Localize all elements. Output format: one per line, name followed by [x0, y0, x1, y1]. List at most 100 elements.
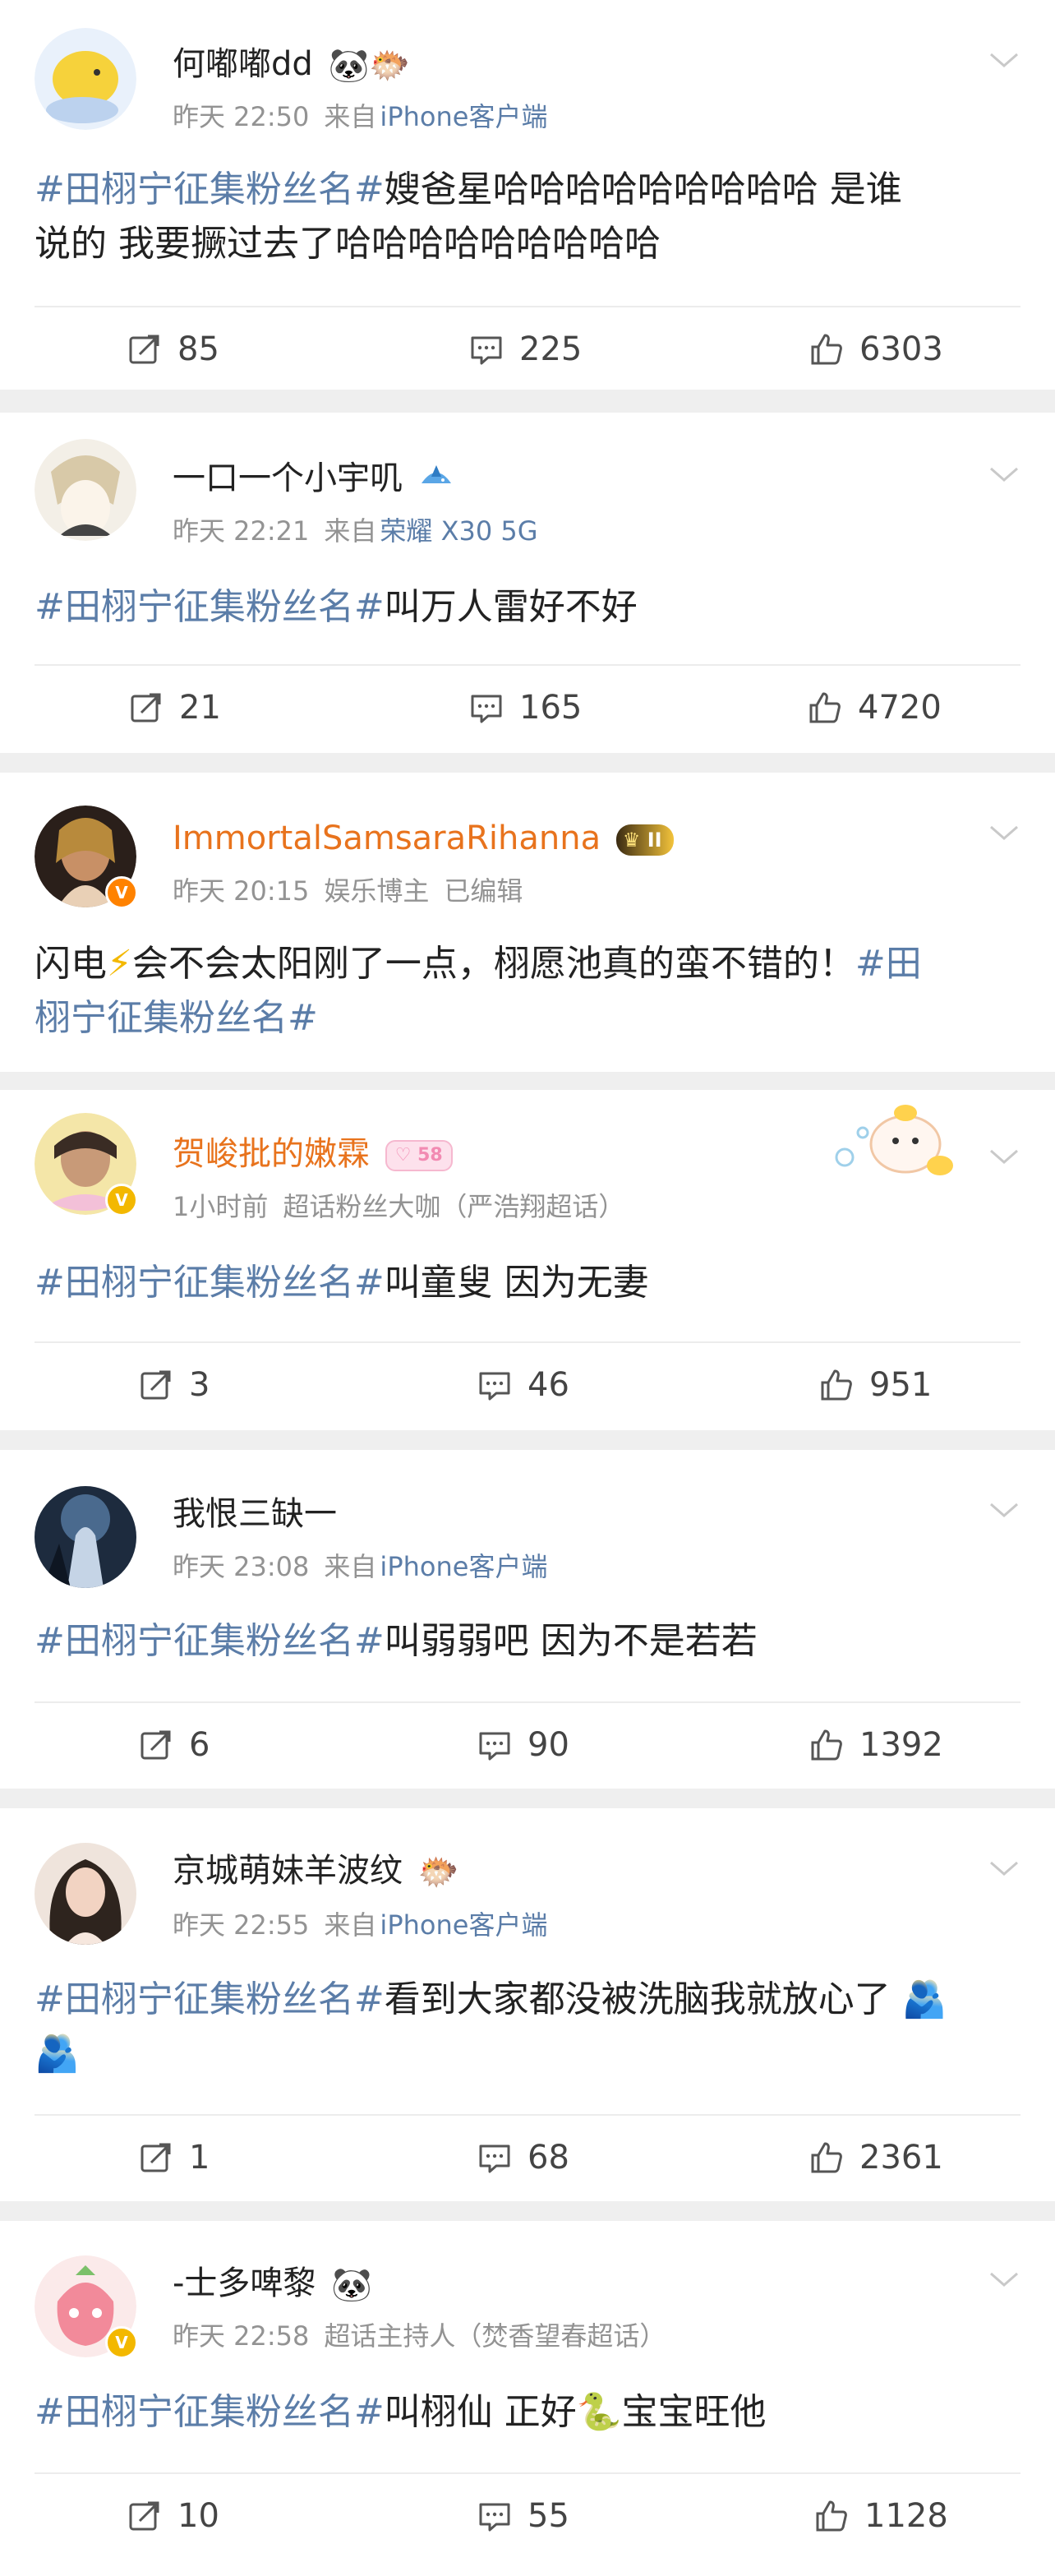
hashtag-link[interactable]: 栩宁征集粉丝名#: [35, 997, 318, 1039]
source-prefix: 来自: [324, 515, 377, 547]
like-button[interactable]: 6303: [809, 312, 943, 386]
comment-text: #田栩宁征集粉丝名#叫万人雷好不好: [35, 580, 1020, 635]
weibo-comment-card: 何嘟嘟dd 🐼🐡 昨天 22:50 来自 iPhone客户端 #田栩宁征集粉丝名#嫂…: [0, 0, 1055, 390]
chevron-down-icon[interactable]: [986, 48, 1022, 72]
repost-button[interactable]: 21: [128, 671, 221, 745]
username-text: ImmortalSamsaraRihanna: [173, 819, 601, 857]
weibo-comment-card: V 贺峻批的嫩霖 ♡ 58 1小时前 超话粉丝大咖（严浩翔超话） #田栩宁征集粉丝…: [0, 1090, 1055, 1430]
chevron-down-icon[interactable]: [986, 1498, 1022, 1522]
username[interactable]: 京城萌妹羊波纹 🐡: [173, 1849, 459, 1894]
comment-count: 55: [528, 2497, 569, 2535]
like-button[interactable]: 951: [818, 1348, 932, 1422]
comment-text: #田栩宁征集粉丝名#看到大家都没被洗脑我就放心了 🫂 🫂: [35, 1973, 1020, 2081]
user-role: 超话主持人（焚香望春超话）: [324, 2320, 666, 2352]
like-count: 951: [869, 1366, 933, 1404]
thumbs-up-icon: [813, 2498, 850, 2534]
user-role: 超话粉丝大咖（严浩翔超话）: [283, 1191, 625, 1222]
comment-text-part: 看到大家都没被洗脑我就放心了: [384, 1978, 891, 2020]
comment-button[interactable]: 225: [468, 312, 582, 386]
comment-button[interactable]: 165: [468, 671, 582, 745]
username-text: 贺峻批的嫩霖: [173, 1135, 370, 1173]
source-link[interactable]: iPhone客户端: [380, 101, 547, 132]
like-count: 4720: [858, 689, 942, 727]
repost-button[interactable]: 1: [138, 2121, 210, 2195]
repost-button[interactable]: 6: [138, 1708, 210, 1782]
username[interactable]: 我恨三缺一: [173, 1493, 337, 1535]
source-link[interactable]: iPhone客户端: [380, 1551, 547, 1582]
post-meta: 昨天 22:55 来自 iPhone客户端: [173, 1907, 547, 1943]
lightning-emoji: ⚡: [107, 943, 132, 985]
comment-text-part: 叫栩仙 正好: [384, 2391, 577, 2433]
chevron-down-icon[interactable]: [986, 820, 1022, 845]
repost-button[interactable]: 10: [127, 2479, 219, 2553]
timestamp: 昨天 23:08: [173, 1551, 310, 1582]
repost-count: 1: [189, 2139, 210, 2177]
comment-text: #田栩宁征集粉丝名#叫栩仙 正好🐍宝宝旺他: [35, 2385, 1020, 2440]
thumbs-up-icon: [809, 1727, 845, 1763]
post-meta: 昨天 20:15 娱乐博主 已编辑: [173, 873, 523, 909]
comment-button[interactable]: 46: [477, 1348, 569, 1422]
hug-emoji: 🫂: [901, 1978, 947, 2020]
hashtag-link[interactable]: #田栩宁征集粉丝名#: [35, 1620, 385, 1662]
thumbs-up-icon: [809, 2140, 845, 2176]
comment-count: 225: [519, 330, 583, 368]
chevron-down-icon[interactable]: [986, 1856, 1022, 1881]
comment-text-part: 会不会太阳刚了一点，栩愿池真的蛮不错的！: [131, 943, 855, 985]
avatar[interactable]: [35, 1843, 136, 1945]
divider: [35, 1701, 1020, 1703]
timestamp: 昨天 22:58: [173, 2320, 310, 2352]
like-button[interactable]: 4720: [807, 671, 942, 745]
avatar[interactable]: [35, 1486, 136, 1588]
comment-text-part: 宝宝旺他: [621, 2391, 767, 2433]
comment-text-part: 叫童叟 因为无妻: [384, 1262, 649, 1304]
comment-button[interactable]: 68: [477, 2121, 569, 2195]
shark-icon: [418, 459, 454, 502]
post-meta: 昨天 22:50 来自 iPhone客户端: [173, 99, 547, 135]
hashtag-link[interactable]: #田栩宁征集粉丝名#: [35, 169, 385, 210]
repost-button[interactable]: 85: [127, 312, 219, 386]
chevron-down-icon[interactable]: [986, 1144, 1022, 1169]
username[interactable]: 一口一个小宇叽: [173, 457, 454, 502]
repost-button[interactable]: 3: [138, 1348, 210, 1422]
chevron-down-icon[interactable]: [986, 462, 1022, 487]
comment-icon: [477, 2140, 513, 2176]
comment-text-part: 说的 我要撅过去了哈哈哈哈哈哈哈哈哈: [35, 223, 661, 265]
fan-level-badge: ♡ 58: [385, 1140, 453, 1171]
verified-badge-icon: V: [105, 876, 138, 909]
sticker-decoration-icon: [830, 1095, 970, 1185]
timestamp: 昨天 22:21: [173, 515, 310, 547]
username-text: -士多啤黎: [173, 2264, 316, 2302]
like-button[interactable]: 2361: [809, 2121, 943, 2195]
comment-button[interactable]: 55: [477, 2479, 569, 2553]
username[interactable]: -士多啤黎 🐼: [173, 2262, 372, 2306]
hashtag-link[interactable]: #田栩宁征集粉丝名#: [35, 1978, 385, 2020]
username[interactable]: 贺峻批的嫩霖 ♡ 58: [173, 1133, 453, 1175]
avatar[interactable]: [35, 28, 136, 130]
comment-text-part: 嫂爸星哈哈哈哈哈哈哈哈哈 是谁: [384, 169, 902, 210]
comment-icon: [477, 2498, 513, 2534]
avatar[interactable]: [35, 439, 136, 541]
comment-button[interactable]: 90: [477, 1708, 569, 1782]
hashtag-link[interactable]: #田栩宁征集粉丝名#: [35, 1262, 385, 1304]
like-button[interactable]: 1392: [809, 1708, 943, 1782]
hashtag-link[interactable]: #田: [855, 943, 922, 985]
hashtag-link[interactable]: #田栩宁征集粉丝名#: [35, 2391, 385, 2433]
like-button[interactable]: 1128: [813, 2479, 948, 2553]
like-count: 1392: [859, 1726, 943, 1764]
chevron-down-icon[interactable]: [986, 2267, 1022, 2292]
divider: [35, 2114, 1020, 2116]
source-link[interactable]: iPhone客户端: [380, 1909, 547, 1941]
action-bar: 3 46 951: [0, 1348, 1055, 1422]
comment-icon: [477, 1727, 513, 1763]
source-link[interactable]: 荣耀 X30 5G: [380, 515, 537, 547]
comment-text: #田栩宁征集粉丝名#叫童叟 因为无妻: [35, 1256, 1020, 1310]
username[interactable]: 何嘟嘟dd 🐼🐡: [173, 43, 410, 87]
username[interactable]: ImmortalSamsaraRihanna ♛ II: [173, 817, 674, 860]
edited-label: 已编辑: [444, 875, 523, 907]
username-text: 京城萌妹羊波纹: [173, 1852, 403, 1890]
username-text: 一口一个小宇叽: [173, 459, 403, 497]
weibo-comment-card: V -士多啤黎 🐼 昨天 22:58 超话主持人（焚香望春超话） #田栩宁征集粉丝…: [0, 2221, 1055, 2576]
hashtag-link[interactable]: #田栩宁征集粉丝名#: [35, 586, 385, 628]
comment-text: 闪电⚡会不会太阳刚了一点，栩愿池真的蛮不错的！#田 栩宁征集粉丝名#: [35, 937, 1020, 1046]
repost-icon: [138, 2140, 174, 2176]
